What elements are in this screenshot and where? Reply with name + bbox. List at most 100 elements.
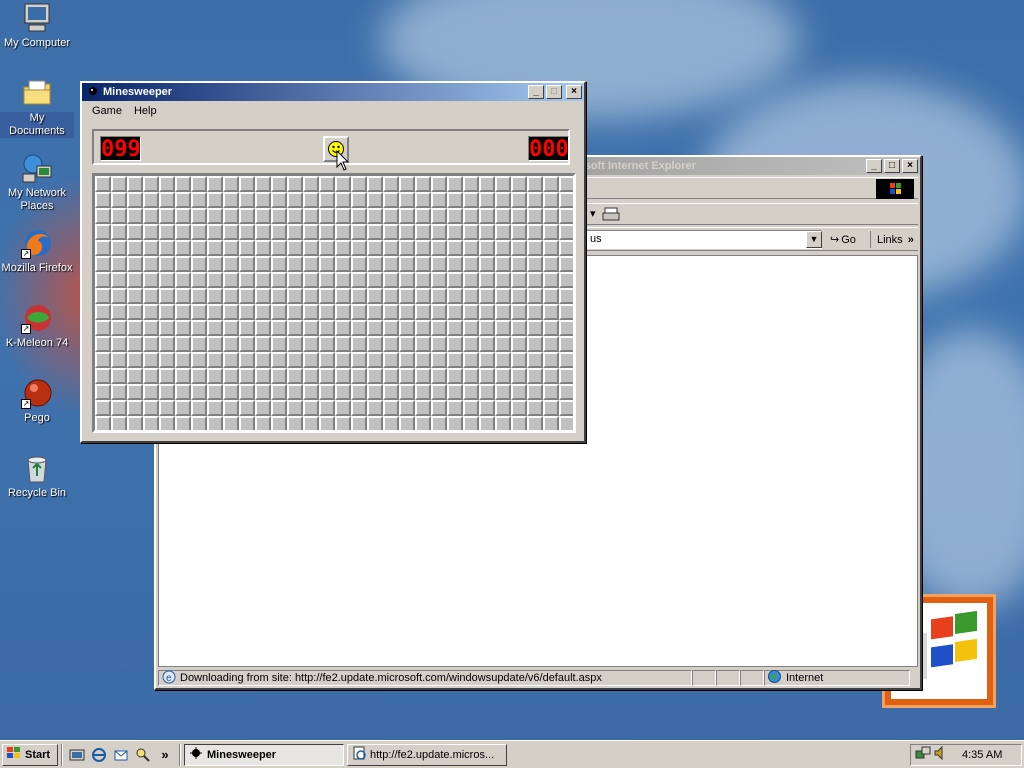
mine-cell[interactable] xyxy=(95,224,111,240)
mine-cell[interactable] xyxy=(303,208,319,224)
mine-cell[interactable] xyxy=(559,192,573,208)
mine-cell[interactable] xyxy=(479,256,495,272)
mine-cell[interactable] xyxy=(527,384,543,400)
mine-cell[interactable] xyxy=(527,192,543,208)
mine-cell[interactable] xyxy=(527,400,543,416)
mine-cell[interactable] xyxy=(175,400,191,416)
mine-cell[interactable] xyxy=(143,192,159,208)
mine-cell[interactable] xyxy=(351,240,367,256)
mine-cell[interactable] xyxy=(143,272,159,288)
mine-cell[interactable] xyxy=(175,336,191,352)
mine-cell[interactable] xyxy=(95,336,111,352)
mine-cell[interactable] xyxy=(479,208,495,224)
mine-cell[interactable] xyxy=(271,224,287,240)
mine-cell[interactable] xyxy=(495,176,511,192)
mine-cell[interactable] xyxy=(383,336,399,352)
mine-cell[interactable] xyxy=(207,368,223,384)
mine-cell[interactable] xyxy=(335,288,351,304)
mine-cell[interactable] xyxy=(415,400,431,416)
mine-cell[interactable] xyxy=(111,368,127,384)
mine-cell[interactable] xyxy=(447,400,463,416)
mine-cell[interactable] xyxy=(447,256,463,272)
mine-cell[interactable] xyxy=(559,336,573,352)
mine-cell[interactable] xyxy=(159,400,175,416)
mine-cell[interactable] xyxy=(447,192,463,208)
mine-cell[interactable] xyxy=(95,288,111,304)
mine-cell[interactable] xyxy=(255,384,271,400)
mine-cell[interactable] xyxy=(159,176,175,192)
mine-cell[interactable] xyxy=(159,320,175,336)
mine-cell[interactable] xyxy=(383,256,399,272)
mine-cell[interactable] xyxy=(191,240,207,256)
mine-cell[interactable] xyxy=(415,384,431,400)
mine-cell[interactable] xyxy=(95,384,111,400)
mine-cell[interactable] xyxy=(319,176,335,192)
mine-cell[interactable] xyxy=(479,368,495,384)
mine-cell[interactable] xyxy=(479,384,495,400)
mine-cell[interactable] xyxy=(383,272,399,288)
mine-cell[interactable] xyxy=(399,256,415,272)
maximize-button[interactable]: □ xyxy=(884,159,900,173)
mine-cell[interactable] xyxy=(559,288,573,304)
mine-cell[interactable] xyxy=(463,336,479,352)
mine-cell[interactable] xyxy=(559,208,573,224)
mine-cell[interactable] xyxy=(303,400,319,416)
mine-cell[interactable] xyxy=(383,400,399,416)
mine-cell[interactable] xyxy=(351,192,367,208)
mine-cell[interactable] xyxy=(143,224,159,240)
mine-cell[interactable] xyxy=(335,224,351,240)
desktop-icon-mozilla-firefox[interactable]: ↗ Mozilla Firefox xyxy=(0,227,74,275)
outlook-express-icon[interactable] xyxy=(112,746,130,764)
mine-cell[interactable] xyxy=(175,224,191,240)
mine-cell[interactable] xyxy=(431,272,447,288)
mine-cell[interactable] xyxy=(223,352,239,368)
mine-cell[interactable] xyxy=(255,240,271,256)
desktop-icon-pego[interactable]: ↗ Pego xyxy=(0,377,74,425)
mine-cell[interactable] xyxy=(559,320,573,336)
maximize-button[interactable]: □ xyxy=(546,85,562,99)
mine-cell[interactable] xyxy=(495,240,511,256)
mine-cell[interactable] xyxy=(223,256,239,272)
mine-cell[interactable] xyxy=(191,400,207,416)
mine-cell[interactable] xyxy=(399,400,415,416)
mine-cell[interactable] xyxy=(399,304,415,320)
mine-cell[interactable] xyxy=(495,384,511,400)
mine-cell[interactable] xyxy=(399,352,415,368)
mine-cell[interactable] xyxy=(527,336,543,352)
mine-cell[interactable] xyxy=(431,368,447,384)
mine-cell[interactable] xyxy=(495,416,511,430)
mine-cell[interactable] xyxy=(287,400,303,416)
mine-cell[interactable] xyxy=(111,288,127,304)
mine-cell[interactable] xyxy=(415,240,431,256)
mine-cell[interactable] xyxy=(255,320,271,336)
minimize-button[interactable]: _ xyxy=(528,85,544,99)
mine-cell[interactable] xyxy=(191,304,207,320)
mine-cell[interactable] xyxy=(367,224,383,240)
mine-cell[interactable] xyxy=(511,384,527,400)
mine-cell[interactable] xyxy=(367,304,383,320)
mine-cell[interactable] xyxy=(479,192,495,208)
mine-cell[interactable] xyxy=(511,288,527,304)
close-button[interactable]: × xyxy=(566,85,582,99)
quick-launch-chevron-icon[interactable]: » xyxy=(156,746,174,764)
mine-cell[interactable] xyxy=(255,288,271,304)
mine-cell[interactable] xyxy=(159,256,175,272)
mine-cell[interactable] xyxy=(431,240,447,256)
mine-cell[interactable] xyxy=(207,208,223,224)
mine-cell[interactable] xyxy=(463,208,479,224)
mine-cell[interactable] xyxy=(95,320,111,336)
mine-cell[interactable] xyxy=(95,176,111,192)
mine-cell[interactable] xyxy=(207,352,223,368)
mine-cell[interactable] xyxy=(143,288,159,304)
mine-cell[interactable] xyxy=(223,384,239,400)
mine-cell[interactable] xyxy=(431,192,447,208)
mine-cell[interactable] xyxy=(143,240,159,256)
mine-cell[interactable] xyxy=(159,288,175,304)
minefield[interactable] xyxy=(92,173,576,433)
mine-cell[interactable] xyxy=(159,224,175,240)
mine-cell[interactable] xyxy=(303,368,319,384)
mine-cell[interactable] xyxy=(319,400,335,416)
mine-cell[interactable] xyxy=(431,224,447,240)
mine-cell[interactable] xyxy=(447,304,463,320)
mine-cell[interactable] xyxy=(431,176,447,192)
